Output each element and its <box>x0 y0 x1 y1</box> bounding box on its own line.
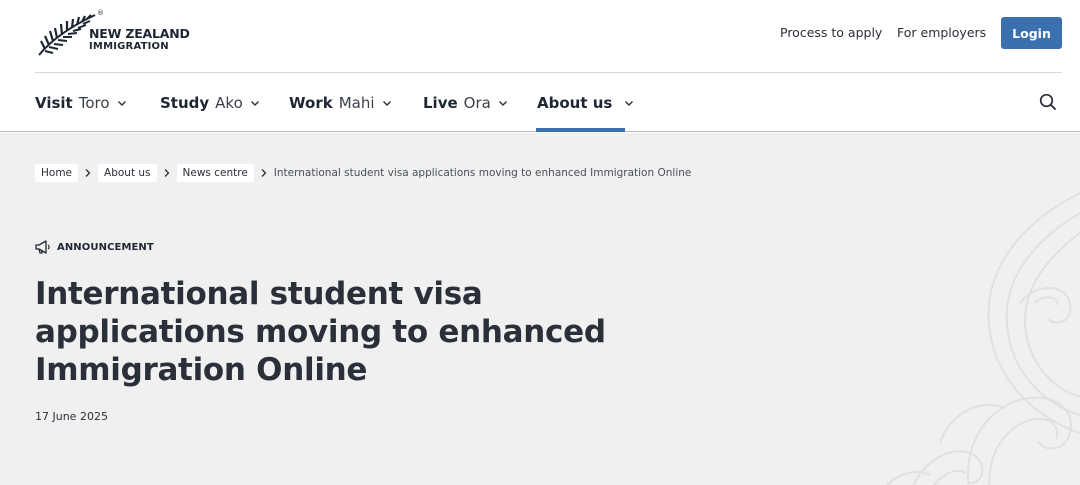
nz-immigration-logo[interactable]: ® NEW ZEALAND IMMIGRATION <box>37 9 197 59</box>
nav-item-work[interactable]: Work Mahi <box>289 93 392 113</box>
breadcrumb-news-centre[interactable]: News centre <box>176 164 254 182</box>
page-title: International student visa applications … <box>35 276 606 388</box>
nav-item-label: Live <box>423 94 458 112</box>
nav-item-study[interactable]: Study Ako <box>160 93 260 113</box>
breadcrumb-current: International student visa applications … <box>273 167 692 179</box>
login-button[interactable]: Login <box>1001 17 1062 49</box>
nav-item-label: Visit <box>35 94 73 112</box>
nav-item-about-us[interactable]: About us <box>537 93 634 113</box>
breadcrumb-about-us[interactable]: About us <box>98 164 157 182</box>
chevron-down-icon <box>250 101 259 106</box>
logo-wordmark: NEW ZEALAND IMMIGRATION <box>89 26 190 53</box>
koru-pattern-icon <box>885 192 1080 485</box>
nav-item-maori-label: Ora <box>463 94 491 112</box>
publish-date: 17 June 2025 <box>35 410 108 423</box>
chevron-down-icon <box>382 101 391 106</box>
nav-item-live[interactable]: Live Ora <box>423 93 508 113</box>
hero-section: Home About us News centre International … <box>0 133 1080 485</box>
chevron-right-icon <box>164 169 169 177</box>
for-employers-link[interactable]: For employers <box>897 25 986 40</box>
chevron-down-icon <box>498 101 507 106</box>
nav-item-label: Study <box>160 94 210 112</box>
megaphone-icon <box>35 240 50 254</box>
registered-mark: ® <box>97 9 104 17</box>
silver-fern-icon <box>38 14 96 56</box>
chevron-right-icon <box>85 169 91 177</box>
site-header: ® NEW ZEALAND IMMIGRATION Process to app… <box>0 0 1080 72</box>
nav-item-maori-label: Toro <box>78 94 110 112</box>
search-icon <box>1039 93 1056 110</box>
nav-item-maori-label: Ako <box>215 94 243 112</box>
category-label: ANNOUNCEMENT <box>34 239 154 255</box>
nav-item-label: Work <box>289 94 333 112</box>
breadcrumb-home[interactable]: Home <box>35 164 79 182</box>
category-text: ANNOUNCEMENT <box>57 241 154 253</box>
nav-item-maori-label: Mahi <box>338 94 375 112</box>
chevron-right-icon <box>261 169 267 177</box>
chevron-down-icon <box>625 101 634 106</box>
process-to-apply-link[interactable]: Process to apply <box>780 25 882 40</box>
logo-line-2: IMMIGRATION <box>89 41 169 52</box>
nav-item-label: About us <box>537 94 613 112</box>
nav-item-visit[interactable]: Visit Toro <box>35 93 127 113</box>
chevron-down-icon <box>117 101 126 106</box>
main-nav: Visit Toro Study Ako Work Mahi Live Ora … <box>0 73 1080 132</box>
logo-line-1: NEW ZEALAND <box>89 26 190 41</box>
breadcrumb: Home About us News centre International … <box>35 164 691 182</box>
search-button[interactable] <box>1038 92 1058 112</box>
active-nav-indicator <box>536 128 625 132</box>
